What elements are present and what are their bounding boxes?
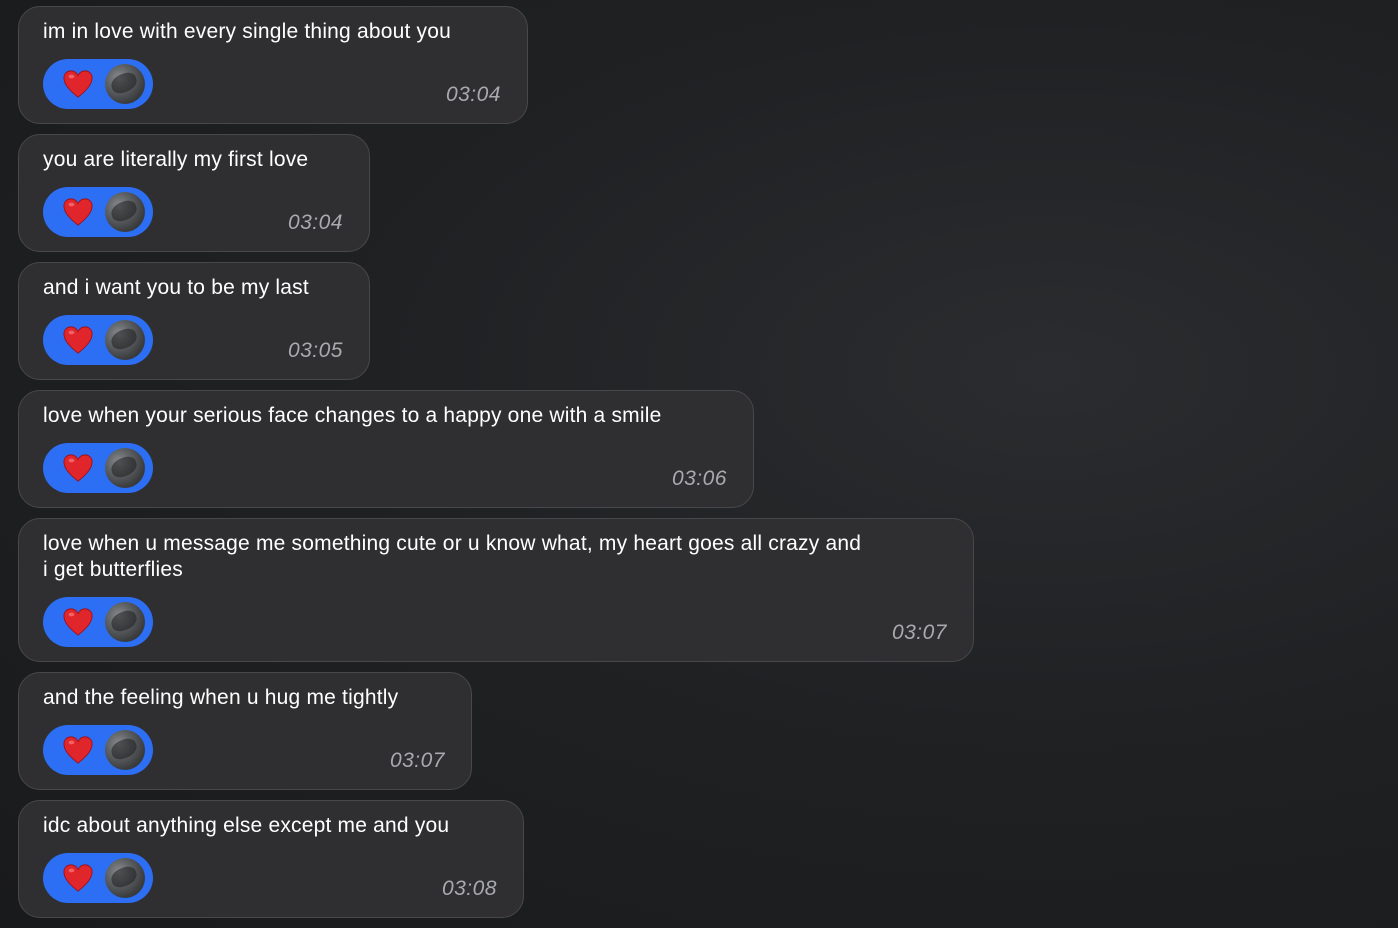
- message-text: and i want you to be my last: [43, 276, 309, 299]
- message-bubble[interactable]: idc about anything else except me and yo…: [18, 800, 524, 918]
- reactor-avatar: [105, 602, 145, 642]
- reactor-avatar: [105, 320, 145, 360]
- heart-icon: [63, 198, 93, 226]
- reactor-avatar: [105, 192, 145, 232]
- reaction-pill[interactable]: [43, 59, 153, 109]
- message-bubble[interactable]: love when your serious face changes to a…: [18, 390, 754, 508]
- reaction-pill[interactable]: [43, 315, 153, 365]
- heart-icon: [63, 454, 93, 482]
- message-text: and the feeling when u hug me tightly: [43, 686, 399, 709]
- message-timestamp: 03:05: [287, 339, 343, 362]
- message-text: im in love with every single thing about…: [43, 20, 452, 43]
- message-text: idc about anything else except me and yo…: [43, 814, 450, 837]
- message-timestamp: 03:07: [389, 749, 445, 772]
- message-bubble[interactable]: you are literally my first love 03:04: [18, 134, 370, 252]
- reaction-pill[interactable]: [43, 853, 153, 903]
- reactor-avatar: [105, 858, 145, 898]
- heart-icon: [63, 736, 93, 764]
- message-timestamp: 03:07: [891, 621, 947, 644]
- heart-icon: [63, 864, 93, 892]
- message-text: you are literally my first love: [43, 148, 309, 171]
- reactor-avatar: [105, 64, 145, 104]
- reactor-avatar: [105, 448, 145, 488]
- message-bubble[interactable]: and the feeling when u hug me tightly 03…: [18, 672, 472, 790]
- message-text: love when u message me something cute or…: [43, 532, 862, 581]
- message-timestamp: 03:04: [445, 83, 501, 106]
- message-bubble[interactable]: love when u message me something cute or…: [18, 518, 974, 662]
- message-bubble[interactable]: im in love with every single thing about…: [18, 6, 528, 124]
- heart-icon: [63, 70, 93, 98]
- chat-message-list: im in love with every single thing about…: [18, 6, 1018, 928]
- heart-icon: [63, 326, 93, 354]
- reaction-pill[interactable]: [43, 725, 153, 775]
- reactor-avatar: [105, 730, 145, 770]
- reaction-pill[interactable]: [43, 443, 153, 493]
- message-timestamp: 03:08: [441, 877, 497, 900]
- message-timestamp: 03:06: [671, 467, 727, 490]
- message-bubble[interactable]: and i want you to be my last 03:05: [18, 262, 370, 380]
- reaction-pill[interactable]: [43, 187, 153, 237]
- reaction-pill[interactable]: [43, 597, 153, 647]
- heart-icon: [63, 608, 93, 636]
- message-timestamp: 03:04: [287, 211, 343, 234]
- message-text: love when your serious face changes to a…: [43, 404, 662, 427]
